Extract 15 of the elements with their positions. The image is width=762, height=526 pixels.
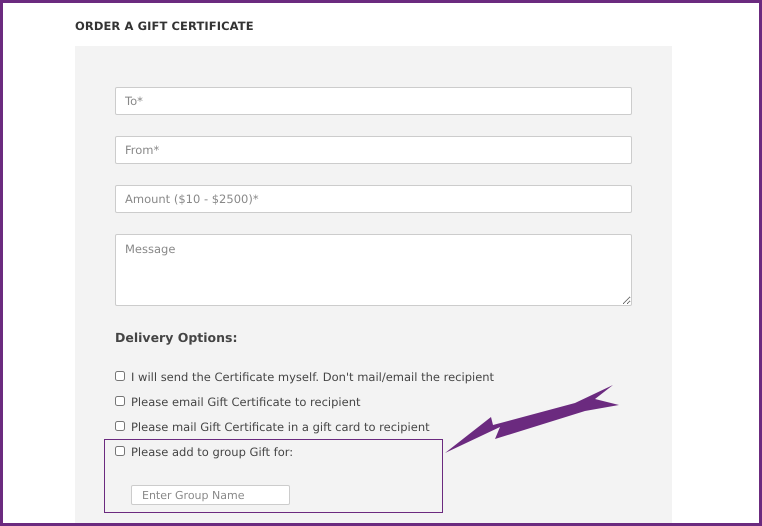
option-label: Please mail Gift Certificate in a gift card to recipient [131, 419, 430, 435]
group-name-field[interactable]: Enter Group Name [131, 485, 290, 505]
checkbox[interactable] [115, 421, 125, 431]
checkbox[interactable] [115, 446, 125, 456]
option-label: Please add to group Gift for: [131, 444, 294, 460]
message-field[interactable]: Message [115, 234, 632, 306]
option-label: I will send the Certificate myself. Don't mail/email the recipient [131, 369, 494, 385]
form-title: ORDER A GIFT CERTIFICATE [75, 19, 255, 33]
checkbox[interactable] [115, 371, 125, 381]
delivery-heading: Delivery Options: [115, 330, 238, 345]
text-field[interactable]: From* [115, 136, 632, 164]
text-field[interactable]: Amount ($10 - $2500)* [115, 185, 632, 213]
text-field[interactable]: To* [115, 87, 632, 115]
checkbox[interactable] [115, 396, 125, 406]
option-label: Please email Gift Certificate to recipient [131, 394, 360, 410]
